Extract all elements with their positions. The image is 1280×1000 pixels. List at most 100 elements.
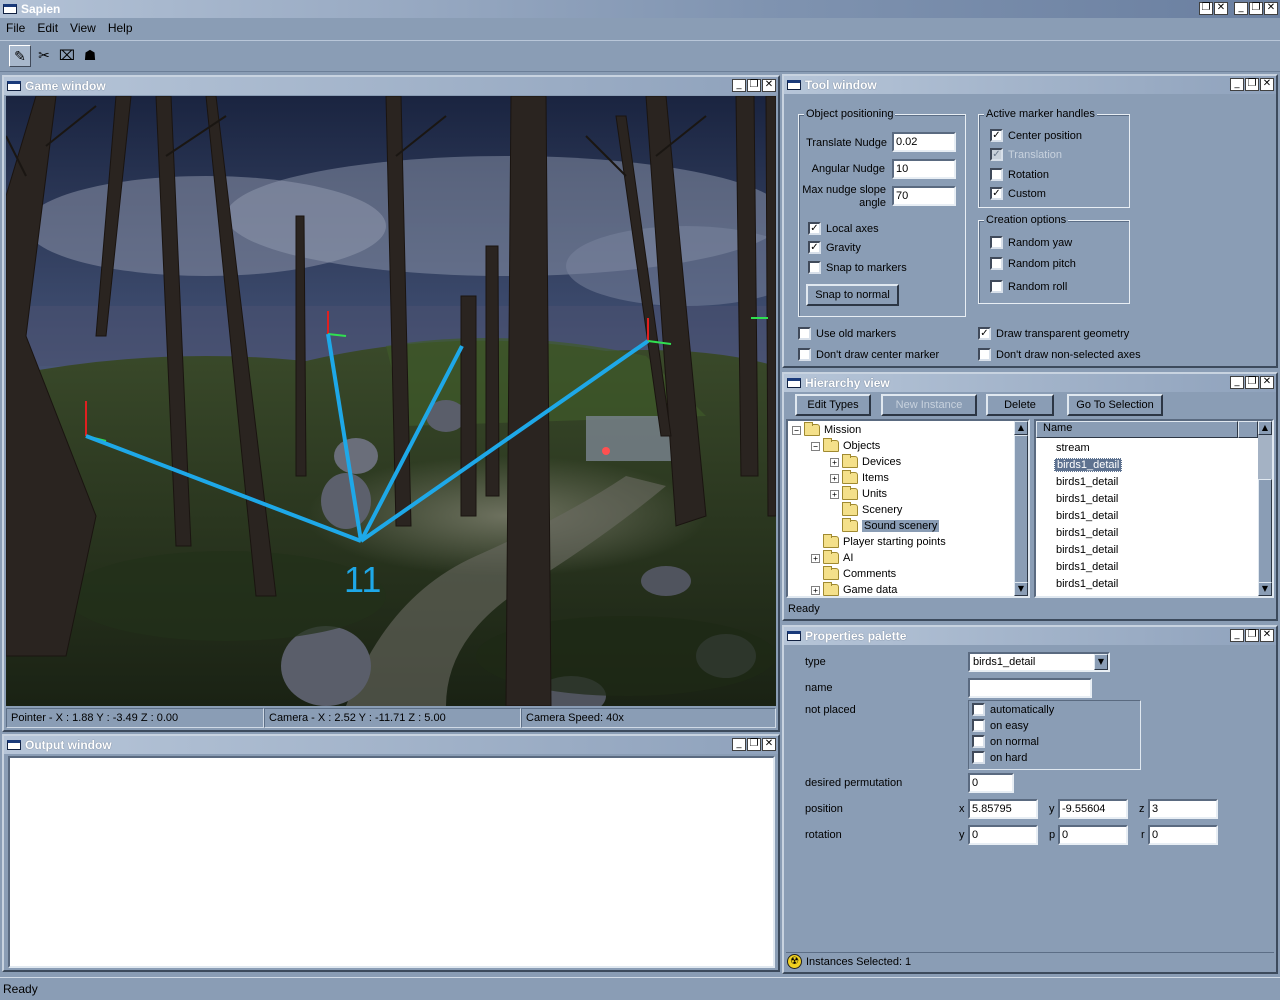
restore-icon[interactable]: ❐ xyxy=(1199,2,1213,15)
not-placed-easy-checkbox[interactable] xyxy=(972,719,985,732)
tree-node-sound-scenery[interactable]: Sound scenery xyxy=(842,518,940,534)
tree-node-scenery[interactable]: Scenery xyxy=(842,502,902,518)
minimize-icon[interactable]: _ xyxy=(1234,2,1248,15)
tree-scrollbar[interactable]: ▲ ▼ xyxy=(1014,421,1028,596)
tree-node-mission[interactable]: − Mission xyxy=(792,422,861,438)
expand-icon[interactable]: + xyxy=(830,473,839,483)
random-yaw-checkbox[interactable] xyxy=(990,236,1003,249)
local-axes-checkbox[interactable]: ✓ xyxy=(808,222,821,235)
name-column-header[interactable]: Name xyxy=(1036,421,1238,438)
use-old-markers-checkbox[interactable] xyxy=(798,327,811,340)
rotation-pitch-field[interactable]: 0 xyxy=(1058,825,1128,845)
list-item[interactable]: birds1_detail xyxy=(1056,491,1118,507)
tree-node-objects[interactable]: − Objects xyxy=(811,438,880,454)
column-header-spacer[interactable] xyxy=(1238,421,1258,438)
rotation-checkbox[interactable] xyxy=(990,168,1003,181)
collapse-icon[interactable]: − xyxy=(792,425,801,435)
menu-file[interactable]: File xyxy=(0,21,31,35)
tree-node-units[interactable]: + Units xyxy=(830,486,887,502)
menu-edit[interactable]: Edit xyxy=(31,21,64,35)
custom-checkbox[interactable]: ✓ xyxy=(990,187,1003,200)
menu-view[interactable]: View xyxy=(64,21,102,35)
chevron-down-icon[interactable]: ▼ xyxy=(1094,654,1108,670)
name-field[interactable] xyxy=(968,678,1092,698)
scroll-thumb[interactable] xyxy=(1258,479,1272,589)
not-placed-hard-checkbox[interactable] xyxy=(972,751,985,764)
scroll-up-icon[interactable]: ▲ xyxy=(1258,421,1272,435)
translate-nudge-field[interactable]: 0.02 xyxy=(892,132,956,152)
dont-draw-center-checkbox[interactable] xyxy=(798,348,811,361)
list-item[interactable]: birds1_detail xyxy=(1056,508,1118,524)
go-to-selection-button[interactable]: Go To Selection xyxy=(1067,394,1163,416)
scroll-down-icon[interactable]: ▼ xyxy=(1014,582,1028,596)
close-icon[interactable]: ✕ xyxy=(1260,78,1274,91)
maximize-icon[interactable]: ❐ xyxy=(747,738,761,751)
pencil-icon[interactable]: ✎ xyxy=(9,45,31,67)
tree-node-comments[interactable]: Comments xyxy=(823,566,896,582)
not-placed-auto-checkbox[interactable] xyxy=(972,703,985,716)
type-select[interactable]: birds1_detail ▼ xyxy=(968,652,1110,672)
close-icon[interactable]: ✕ xyxy=(1260,629,1274,642)
tree-node-ai[interactable]: + AI xyxy=(811,550,853,566)
close-icon[interactable]: ✕ xyxy=(762,79,776,92)
scroll-down-icon[interactable]: ▼ xyxy=(1258,582,1272,596)
max-slope-field[interactable]: 70 xyxy=(892,186,956,206)
output-log[interactable] xyxy=(8,756,775,968)
maximize-icon[interactable]: ❐ xyxy=(747,79,761,92)
hierarchy-tree[interactable]: − Mission − Objects + Devices + Items + Units… xyxy=(786,419,1030,598)
not-placed-normal-checkbox[interactable] xyxy=(972,735,985,748)
draw-transparent-checkbox[interactable]: ✓ xyxy=(978,327,991,340)
scroll-up-icon[interactable]: ▲ xyxy=(1014,421,1028,435)
scissors-icon[interactable]: ✂ xyxy=(33,45,55,67)
tree-node-devices[interactable]: + Devices xyxy=(830,454,901,470)
game-viewport[interactable]: 11 xyxy=(6,96,776,706)
scroll-thumb[interactable] xyxy=(1014,435,1028,583)
tree-node-player-start[interactable]: Player starting points xyxy=(823,534,946,550)
new-instance-button[interactable]: New Instance xyxy=(881,394,977,416)
rotation-yaw-field[interactable]: 0 xyxy=(968,825,1038,845)
list-item-selected[interactable]: birds1_detail xyxy=(1054,457,1123,473)
position-y-field[interactable]: -9.55604 xyxy=(1058,799,1128,819)
position-z-field[interactable]: 3 xyxy=(1148,799,1218,819)
dont-draw-axes-checkbox[interactable] xyxy=(978,348,991,361)
expand-icon[interactable]: + xyxy=(830,457,839,467)
translation-checkbox[interactable]: ✓ xyxy=(990,148,1003,161)
close-icon[interactable]: ✕ xyxy=(1264,2,1278,15)
tree-node-game-data[interactable]: + Game data xyxy=(811,582,897,596)
expand-icon[interactable]: + xyxy=(830,489,839,499)
list-item[interactable]: birds1_detail xyxy=(1056,525,1118,541)
random-roll-checkbox[interactable] xyxy=(990,280,1003,293)
restore-icon[interactable]: ❐ xyxy=(1249,2,1263,15)
minimize-icon[interactable]: _ xyxy=(1230,376,1244,389)
expand-icon[interactable]: + xyxy=(811,553,820,563)
minimize-icon[interactable]: _ xyxy=(1230,629,1244,642)
list-item[interactable]: birds1_detail xyxy=(1056,542,1118,558)
center-position-checkbox[interactable]: ✓ xyxy=(990,129,1003,142)
camera-icon[interactable]: ⌧ xyxy=(56,45,78,67)
tree-node-items[interactable]: + Items xyxy=(830,470,889,486)
list-item[interactable]: birds1_detail xyxy=(1056,559,1118,575)
menu-help[interactable]: Help xyxy=(102,21,139,35)
position-x-field[interactable]: 5.85795 xyxy=(968,799,1038,819)
expand-icon[interactable]: + xyxy=(811,585,820,595)
gravity-checkbox[interactable]: ✓ xyxy=(808,241,821,254)
minimize-icon[interactable]: _ xyxy=(732,79,746,92)
snap-to-normal-button[interactable]: Snap to normal xyxy=(806,284,899,306)
delete-button[interactable]: Delete xyxy=(986,394,1054,416)
close-icon[interactable]: ✕ xyxy=(1260,376,1274,389)
player-icon[interactable]: ☗ xyxy=(79,45,101,67)
maximize-icon[interactable]: ❐ xyxy=(1245,376,1259,389)
list-scrollbar[interactable]: ▲ ▼ xyxy=(1258,421,1272,596)
list-item[interactable]: birds1_detail xyxy=(1056,576,1118,592)
permutation-field[interactable]: 0 xyxy=(968,773,1014,793)
collapse-icon[interactable]: − xyxy=(811,441,820,451)
close-icon[interactable]: ✕ xyxy=(762,738,776,751)
close-icon[interactable]: ✕ xyxy=(1214,2,1228,15)
minimize-icon[interactable]: _ xyxy=(1230,78,1244,91)
minimize-icon[interactable]: _ xyxy=(732,738,746,751)
instance-list[interactable]: Name stream birds1_detail birds1_detail … xyxy=(1034,419,1274,598)
snap-markers-checkbox[interactable] xyxy=(808,261,821,274)
list-item[interactable]: stream xyxy=(1056,440,1090,456)
angular-nudge-field[interactable]: 10 xyxy=(892,159,956,179)
edit-types-button[interactable]: Edit Types xyxy=(795,394,871,416)
